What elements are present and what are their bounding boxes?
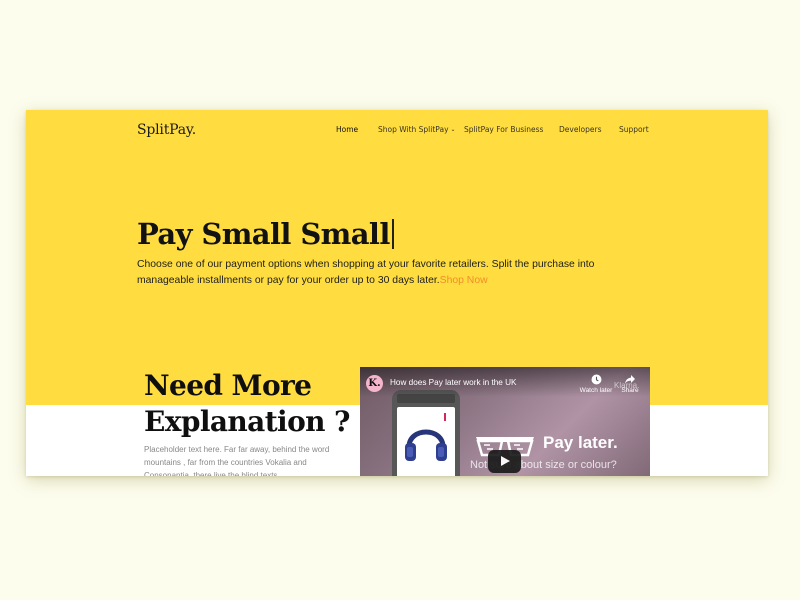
hero-title: Pay Small Small [137, 217, 394, 251]
hero-description: Choose one of our payment options when s… [137, 257, 607, 289]
section-title-line1: Need More [144, 369, 312, 402]
video-title[interactable]: How does Pay later work in the UK [390, 378, 517, 387]
shop-now-link[interactable]: Shop Now [440, 275, 488, 286]
browser-viewport: SplitPay. Home Shop With SplitPay ⌄ Split… [26, 110, 768, 476]
phone-screen [397, 407, 455, 476]
phone-illustration [392, 390, 460, 476]
hero-title-text: Pay Small Small [137, 217, 390, 251]
price-tag-marker [444, 413, 446, 421]
section-description: Placeholder text here. Far far away, beh… [144, 445, 330, 476]
klarna-brand-tag: Klarna. [614, 381, 640, 390]
pay-later-headline: Pay later. [543, 433, 618, 452]
nav-splitpay-for-business[interactable]: SplitPay For Business [464, 125, 543, 134]
section-title-line2: Explanation ? [144, 405, 350, 438]
hero-description-text: Choose one of our payment options when s… [137, 259, 595, 286]
play-icon[interactable] [488, 450, 521, 473]
nav-shop-label: Shop With SplitPay [378, 125, 449, 134]
channel-logo[interactable]: K. [366, 375, 383, 392]
nav-home[interactable]: Home [336, 125, 358, 134]
typing-cursor [391, 219, 394, 249]
nav-shop-with-splitpay[interactable]: Shop With SplitPay ⌄ [378, 125, 456, 134]
brand-logo[interactable]: SplitPay. [137, 122, 196, 138]
video-embed[interactable]: K. How does Pay later work in the UK Wat… [360, 367, 650, 476]
nav-support[interactable]: Support [619, 125, 649, 134]
clock-icon [591, 374, 601, 385]
section-title: Need More Explanation ? [144, 368, 350, 440]
headphones-image [405, 429, 447, 461]
watch-later-label: Watch later [579, 387, 613, 394]
nav-developers[interactable]: Developers [559, 125, 601, 134]
chevron-down-icon: ⌄ [450, 126, 456, 133]
